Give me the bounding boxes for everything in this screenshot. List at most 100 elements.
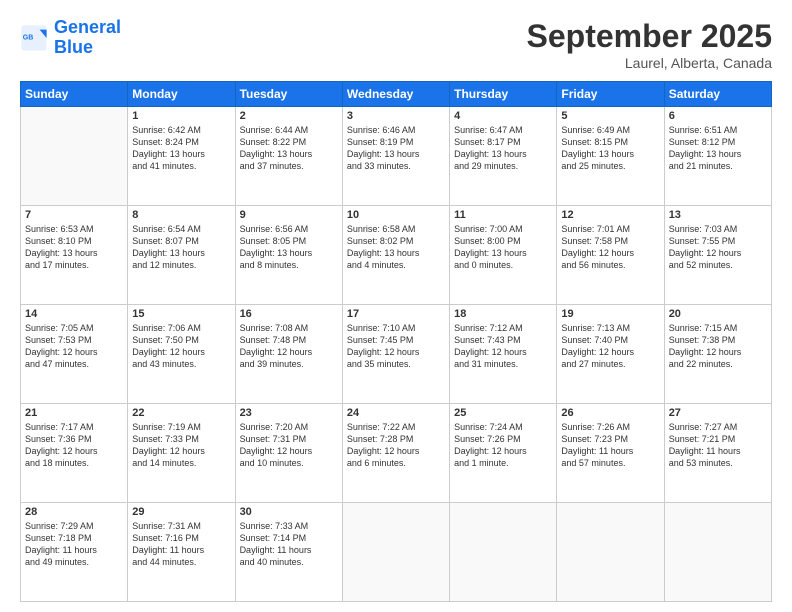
calendar-cell: 24 Sunrise: 7:22 AMSunset: 7:28 PMDayligh… [342,404,449,503]
weekday-header-saturday: Saturday [664,82,771,107]
day-info: Sunrise: 7:12 AMSunset: 7:43 PMDaylight:… [454,322,552,371]
calendar-cell: 20 Sunrise: 7:15 AMSunset: 7:38 PMDayligh… [664,305,771,404]
day-info: Sunrise: 6:51 AMSunset: 8:12 PMDaylight:… [669,124,767,173]
calendar-cell: 4 Sunrise: 6:47 AMSunset: 8:17 PMDaylight… [450,107,557,206]
logo-icon: GB [20,24,48,52]
calendar-cell: 1 Sunrise: 6:42 AMSunset: 8:24 PMDaylight… [128,107,235,206]
day-info: Sunrise: 7:01 AMSunset: 7:58 PMDaylight:… [561,223,659,272]
day-number: 30 [240,506,338,518]
day-info: Sunrise: 7:20 AMSunset: 7:31 PMDaylight:… [240,421,338,470]
calendar-cell [450,503,557,602]
day-info: Sunrise: 6:53 AMSunset: 8:10 PMDaylight:… [25,223,123,272]
calendar-cell: 11 Sunrise: 7:00 AMSunset: 8:00 PMDayligh… [450,206,557,305]
week-row-2: 14Sunrise: 7:05 AMSunset: 7:53 PMDayligh… [21,305,772,404]
calendar-cell: 12 Sunrise: 7:01 AMSunset: 7:58 PMDayligh… [557,206,664,305]
calendar-cell [664,503,771,602]
day-number: 29 [132,506,230,518]
calendar-cell: 3 Sunrise: 6:46 AMSunset: 8:19 PMDaylight… [342,107,449,206]
day-info: Sunrise: 7:33 AMSunset: 7:14 PMDaylight:… [240,520,338,569]
day-number: 21 [25,407,123,419]
calendar-cell: 19 Sunrise: 7:13 AMSunset: 7:40 PMDayligh… [557,305,664,404]
day-number: 28 [25,506,123,518]
day-info: Sunrise: 6:58 AMSunset: 8:02 PMDaylight:… [347,223,445,272]
day-number: 1 [132,110,230,122]
day-number: 23 [240,407,338,419]
calendar-cell: 5Sunrise: 6:49 AMSunset: 8:15 PMDaylight… [557,107,664,206]
calendar-cell: 13Sunrise: 7:03 AMSunset: 7:55 PMDayligh… [664,206,771,305]
week-row-0: 1 Sunrise: 6:42 AMSunset: 8:24 PMDaylight… [21,107,772,206]
day-info: Sunrise: 6:54 AMSunset: 8:07 PMDaylight:… [132,223,230,272]
day-info: Sunrise: 6:56 AMSunset: 8:05 PMDaylight:… [240,223,338,272]
day-number: 25 [454,407,552,419]
day-number: 17 [347,308,445,320]
calendar-table: SundayMondayTuesdayWednesdayThursdayFrid… [20,81,772,602]
calendar-cell: 22 Sunrise: 7:19 AMSunset: 7:33 PMDayligh… [128,404,235,503]
calendar-cell: 6Sunrise: 6:51 AMSunset: 8:12 PMDaylight… [664,107,771,206]
weekday-header-monday: Monday [128,82,235,107]
logo: GB General Blue [20,18,121,58]
day-number: 18 [454,308,552,320]
weekday-header-thursday: Thursday [450,82,557,107]
day-info: Sunrise: 7:00 AMSunset: 8:00 PMDaylight:… [454,223,552,272]
day-info: Sunrise: 7:06 AMSunset: 7:50 PMDaylight:… [132,322,230,371]
day-number: 14 [25,308,123,320]
svg-text:GB: GB [23,34,34,41]
calendar-cell: 23 Sunrise: 7:20 AMSunset: 7:31 PMDayligh… [235,404,342,503]
day-info: Sunrise: 6:44 AMSunset: 8:22 PMDaylight:… [240,124,338,173]
day-info: Sunrise: 7:17 AMSunset: 7:36 PMDaylight:… [25,421,123,470]
calendar-cell: 15 Sunrise: 7:06 AMSunset: 7:50 PMDayligh… [128,305,235,404]
day-info: Sunrise: 6:46 AMSunset: 8:19 PMDaylight:… [347,124,445,173]
weekday-header-sunday: Sunday [21,82,128,107]
calendar-cell: 28 Sunrise: 7:29 AMSunset: 7:18 PMDayligh… [21,503,128,602]
day-info: Sunrise: 6:42 AMSunset: 8:24 PMDaylight:… [132,124,230,173]
day-number: 12 [561,209,659,221]
day-number: 5 [561,110,659,122]
week-row-1: 7Sunrise: 6:53 AMSunset: 8:10 PMDaylight… [21,206,772,305]
day-info: Sunrise: 7:03 AMSunset: 7:55 PMDaylight:… [669,223,767,272]
day-number: 22 [132,407,230,419]
logo-text: General Blue [54,18,121,58]
day-number: 15 [132,308,230,320]
title-block: September 2025 Laurel, Alberta, Canada [527,18,772,71]
calendar-cell: 18 Sunrise: 7:12 AMSunset: 7:43 PMDayligh… [450,305,557,404]
calendar-cell: 17 Sunrise: 7:10 AMSunset: 7:45 PMDayligh… [342,305,449,404]
day-number: 2 [240,110,338,122]
day-info: Sunrise: 7:24 AMSunset: 7:26 PMDaylight:… [454,421,552,470]
week-row-4: 28 Sunrise: 7:29 AMSunset: 7:18 PMDayligh… [21,503,772,602]
day-info: Sunrise: 6:47 AMSunset: 8:17 PMDaylight:… [454,124,552,173]
calendar-cell: 14Sunrise: 7:05 AMSunset: 7:53 PMDayligh… [21,305,128,404]
day-info: Sunrise: 7:31 AMSunset: 7:16 PMDaylight:… [132,520,230,569]
day-info: Sunrise: 7:27 AMSunset: 7:21 PMDaylight:… [669,421,767,470]
day-info: Sunrise: 7:15 AMSunset: 7:38 PMDaylight:… [669,322,767,371]
day-number: 19 [561,308,659,320]
header: GB General Blue September 2025 Laurel, A… [20,18,772,71]
calendar-cell: 9Sunrise: 6:56 AMSunset: 8:05 PMDaylight… [235,206,342,305]
calendar-cell: 29 Sunrise: 7:31 AMSunset: 7:16 PMDayligh… [128,503,235,602]
day-info: Sunrise: 7:29 AMSunset: 7:18 PMDaylight:… [25,520,123,569]
day-number: 4 [454,110,552,122]
weekday-header-wednesday: Wednesday [342,82,449,107]
month-title: September 2025 [527,18,772,55]
calendar-cell [557,503,664,602]
logo-blue: Blue [54,37,93,57]
day-number: 24 [347,407,445,419]
day-number: 3 [347,110,445,122]
calendar-cell: 2 Sunrise: 6:44 AMSunset: 8:22 PMDaylight… [235,107,342,206]
day-info: Sunrise: 7:13 AMSunset: 7:40 PMDaylight:… [561,322,659,371]
calendar-cell: 21 Sunrise: 7:17 AMSunset: 7:36 PMDayligh… [21,404,128,503]
calendar-cell: 10 Sunrise: 6:58 AMSunset: 8:02 PMDayligh… [342,206,449,305]
day-info: Sunrise: 7:08 AMSunset: 7:48 PMDaylight:… [240,322,338,371]
day-number: 10 [347,209,445,221]
calendar-cell: 16 Sunrise: 7:08 AMSunset: 7:48 PMDayligh… [235,305,342,404]
day-info: Sunrise: 7:22 AMSunset: 7:28 PMDaylight:… [347,421,445,470]
day-info: Sunrise: 7:19 AMSunset: 7:33 PMDaylight:… [132,421,230,470]
calendar-cell: 26Sunrise: 7:26 AMSunset: 7:23 PMDayligh… [557,404,664,503]
calendar-cell: 30 Sunrise: 7:33 AMSunset: 7:14 PMDayligh… [235,503,342,602]
day-number: 11 [454,209,552,221]
calendar-cell: 7Sunrise: 6:53 AMSunset: 8:10 PMDaylight… [21,206,128,305]
day-number: 20 [669,308,767,320]
location: Laurel, Alberta, Canada [527,55,772,71]
day-number: 16 [240,308,338,320]
day-info: Sunrise: 7:10 AMSunset: 7:45 PMDaylight:… [347,322,445,371]
logo-general: General [54,17,121,37]
